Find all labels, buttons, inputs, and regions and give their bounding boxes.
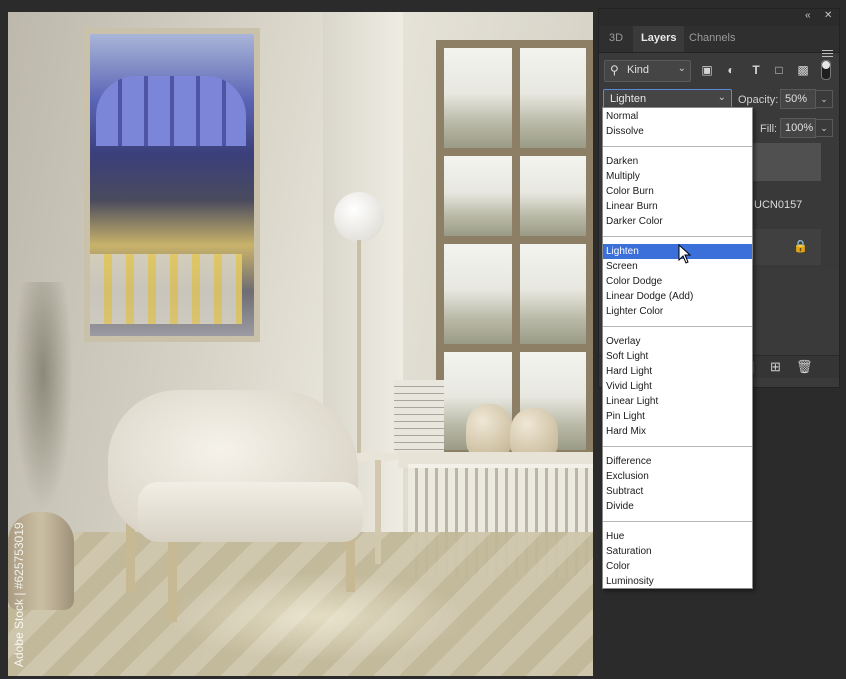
fill-label: Fill: <box>760 123 778 135</box>
window-pane <box>444 156 512 236</box>
armchair-seat <box>138 482 363 542</box>
blend-option-vivid-light[interactable]: Vivid Light <box>603 379 752 394</box>
blend-option-overlay[interactable]: Overlay <box>603 334 752 349</box>
new-layer-icon[interactable]: ⊞ <box>770 359 781 375</box>
floor-sunlight <box>168 572 468 662</box>
menu-separator <box>603 236 752 237</box>
menu-separator <box>603 326 752 327</box>
blend-option-darken[interactable]: Darken <box>603 154 752 169</box>
window-pane <box>520 156 586 236</box>
document-canvas[interactable]: Adobe Stock | #625753019 <box>8 12 593 676</box>
stock-watermark: Adobe Stock | #625753019 <box>12 522 26 667</box>
picture-stadium-roof <box>96 76 246 146</box>
blend-option-divide[interactable]: Divide <box>603 499 752 514</box>
blend-option-normal[interactable]: Normal <box>603 109 752 124</box>
lock-icon[interactable]: 🔒 <box>793 239 808 253</box>
side-table-leg <box>375 460 381 564</box>
blend-option-lighter-color[interactable]: Lighter Color <box>603 304 752 319</box>
search-icon: ⚲ <box>610 63 619 77</box>
blend-option-color-dodge[interactable]: Color Dodge <box>603 274 752 289</box>
floor-lamp-globe <box>334 192 384 242</box>
opacity-slider-toggle[interactable]: ⌄ <box>815 90 833 108</box>
blend-option-difference[interactable]: Difference <box>603 454 752 469</box>
mouse-cursor-icon <box>678 244 692 264</box>
blend-option-hard-mix[interactable]: Hard Mix <box>603 424 752 439</box>
blend-option-linear-burn[interactable]: Linear Burn <box>603 199 752 214</box>
blend-option-hue[interactable]: Hue <box>603 529 752 544</box>
shape-filter-icon[interactable]: □ <box>772 63 786 77</box>
filter-kind-label: Kind <box>627 64 650 76</box>
framed-picture <box>84 28 260 342</box>
trash-icon[interactable]: 🗑 <box>796 359 813 375</box>
double-chevron-icon[interactable]: « <box>805 10 811 21</box>
plant-branches <box>13 282 73 512</box>
blend-option-soft-light[interactable]: Soft Light <box>603 349 752 364</box>
tab-layers[interactable]: Layers <box>633 26 685 52</box>
window <box>436 40 593 460</box>
menu-separator <box>603 446 752 447</box>
blend-mode-menu: Normal Dissolve Darken Multiply Color Burn Li… <box>602 107 753 589</box>
blend-option-multiply[interactable]: Multiply <box>603 169 752 184</box>
chevron-down-icon: ⌄ <box>717 92 726 103</box>
filter-toggle[interactable] <box>821 60 831 80</box>
panel-tabs: 3D Layers Channels <box>599 26 839 59</box>
blend-option-subtract[interactable]: Subtract <box>603 484 752 499</box>
chevron-down-icon: ⌄ <box>677 63 686 74</box>
smart-object-filter-icon[interactable]: ▩ <box>796 63 810 77</box>
blend-option-luminosity[interactable]: Luminosity <box>603 574 752 589</box>
blend-option-dissolve[interactable]: Dissolve <box>603 124 752 139</box>
blend-option-linear-light[interactable]: Linear Light <box>603 394 752 409</box>
type-filter-icon[interactable]: T <box>749 63 763 77</box>
layer-row-selected[interactable] <box>749 143 821 181</box>
blend-option-hard-light[interactable]: Hard Light <box>603 364 752 379</box>
layer-name[interactable]: UCN0157 <box>754 199 802 211</box>
filter-kind-select[interactable]: ⚲ Kind ⌄ <box>604 60 691 82</box>
fill-slider-toggle[interactable]: ⌄ <box>815 119 833 137</box>
menu-separator <box>603 521 752 522</box>
blend-mode-value: Lighten <box>610 93 647 105</box>
image-filter-icon[interactable]: ▣ <box>700 63 714 77</box>
blend-option-darker-color[interactable]: Darker Color <box>603 214 752 229</box>
panel-menu-icon[interactable] <box>822 50 833 59</box>
window-pane <box>444 48 512 148</box>
adjustment-filter-icon[interactable]: ◐ <box>724 63 738 77</box>
tab-3d[interactable]: 3D <box>601 26 631 52</box>
blend-option-linear-dodge-add[interactable]: Linear Dodge (Add) <box>603 289 752 304</box>
floor-lamp-pole <box>357 240 361 458</box>
opacity-label: Opacity: <box>738 94 779 106</box>
fill-input[interactable]: 100% <box>780 118 816 138</box>
panel-title-bar: « ✕ <box>599 9 839 26</box>
blend-option-color[interactable]: Color <box>603 559 752 574</box>
book-stack <box>394 380 444 456</box>
window-pane <box>520 244 586 344</box>
window-pane <box>520 48 586 148</box>
layer-filter-row: ⚲ Kind ⌄ ▣ ◐ T □ ▩ <box>599 60 839 82</box>
picture-train <box>90 254 242 324</box>
blend-option-pin-light[interactable]: Pin Light <box>603 409 752 424</box>
menu-separator <box>603 146 752 147</box>
window-pane <box>444 244 512 344</box>
chair-leg <box>168 532 177 622</box>
blend-option-saturation[interactable]: Saturation <box>603 544 752 559</box>
tab-channels[interactable]: Channels <box>681 26 743 52</box>
blend-option-exclusion[interactable]: Exclusion <box>603 469 752 484</box>
layer-row-background[interactable] <box>749 229 821 265</box>
blend-option-color-burn[interactable]: Color Burn <box>603 184 752 199</box>
close-icon[interactable]: ✕ <box>824 10 832 21</box>
opacity-input[interactable]: 50% <box>780 89 816 109</box>
